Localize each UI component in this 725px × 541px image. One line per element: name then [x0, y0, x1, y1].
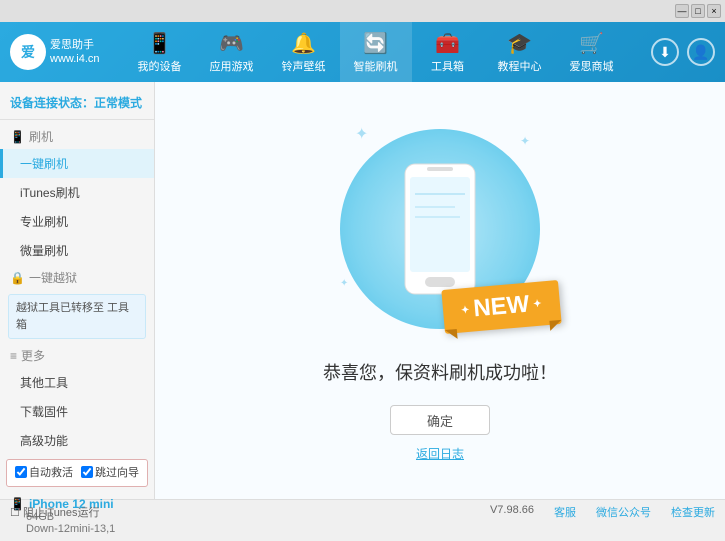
download-btn[interactable]: ⬇ — [651, 38, 679, 66]
logo: 爱 爱思助手 www.i4.cn — [10, 34, 100, 70]
new-badge: ✦ NEW ✦ — [442, 280, 562, 334]
phone-illustration: ✦ ✦ ✦ ✦ NEW ✦ — [330, 119, 550, 339]
sidebar-item-itunes-flash[interactable]: iTunes刷机 — [0, 178, 154, 207]
nav-icon-apps-games: 🎮 — [219, 31, 244, 56]
more-section-title: ≡ 更多 — [0, 343, 154, 368]
nav-icon-my-device: 📱 — [147, 31, 172, 56]
wechat-link[interactable]: 微信公众号 — [596, 504, 651, 520]
check-update-link[interactable]: 检查更新 — [671, 504, 715, 520]
nav-item-tutorials[interactable]: 🎓 教程中心 — [484, 22, 556, 82]
header-right: ⬇ 👤 — [651, 38, 715, 66]
nav-label-my-device: 我的设备 — [138, 58, 182, 74]
phone-svg — [395, 159, 485, 299]
maximize-btn[interactable]: □ — [691, 4, 705, 18]
nav-item-smart-flash[interactable]: 🔄 智能刷机 — [340, 22, 412, 82]
nav-icon-toolbox: 🧰 — [435, 31, 460, 56]
notice-box: 越狱工具已转移至 工具箱 — [8, 294, 146, 339]
status-value: 正常模式 — [94, 96, 142, 110]
sparkle-3: ✦ — [340, 278, 348, 289]
header: 爱 爱思助手 www.i4.cn 📱 我的设备 🎮 应用游戏 🔔 铃声壁纸 🔄 智能刷机 🧰 工具… — [0, 22, 725, 82]
nav-icon-store: 🛒 — [579, 31, 604, 56]
nav-icon-smart-flash: 🔄 — [363, 31, 388, 56]
logo-text: 爱思助手 www.i4.cn — [50, 38, 100, 67]
minimize-btn[interactable]: — — [675, 4, 689, 18]
device-checkboxes: 自动救活 跳过向导 — [6, 459, 148, 487]
sidebar: 设备连接状态：正常模式 📱 刷机 一键刷机 iTunes刷机 专业刷机 微量刷机… — [0, 82, 155, 499]
bottom-bar: ☐ 阻止iTunes运行 V7.98.66 客服 微信公众号 检查更新 — [0, 499, 725, 523]
return-log-link[interactable]: 返回日志 — [416, 445, 464, 462]
sidebar-item-download-fw[interactable]: 下载固件 — [0, 397, 154, 426]
flash-section-title: 📱 刷机 — [0, 124, 154, 149]
main-area: 设备连接状态：正常模式 📱 刷机 一键刷机 iTunes刷机 专业刷机 微量刷机… — [0, 82, 725, 499]
sidebar-item-other-tools[interactable]: 其他工具 — [0, 368, 154, 397]
nav-icon-tutorials: 🎓 — [507, 31, 532, 56]
sparkle-2: ✦ — [520, 134, 530, 148]
nav-item-toolbox[interactable]: 🧰 工具箱 — [412, 22, 484, 82]
sidebar-item-save-flash[interactable]: 微量刷机 — [0, 236, 154, 265]
nav-item-store[interactable]: 🛒 爱思商城 — [556, 22, 628, 82]
auto-rescue-checkbox[interactable]: 自动救活 — [15, 464, 73, 480]
jailbreak-section-title: 🔒 一键越狱 — [0, 265, 154, 290]
nav-label-tutorials: 教程中心 — [498, 58, 542, 74]
nav-label-toolbox: 工具箱 — [431, 58, 464, 74]
nav-label-ringtones: 铃声壁纸 — [282, 58, 326, 74]
close-btn[interactable]: × — [707, 4, 721, 18]
nav-item-apps-games[interactable]: 🎮 应用游戏 — [196, 22, 268, 82]
sparkle-1: ✦ — [355, 124, 368, 144]
nav-label-smart-flash: 智能刷机 — [354, 58, 398, 74]
bottom-bar-right: V7.98.66 客服 微信公众号 检查更新 — [490, 504, 715, 520]
account-btn[interactable]: 👤 — [687, 38, 715, 66]
nav-item-ringtones[interactable]: 🔔 铃声壁纸 — [268, 22, 340, 82]
sidebar-item-onekey-flash[interactable]: 一键刷机 — [0, 149, 154, 178]
version-label: V7.98.66 — [490, 504, 534, 520]
nav-label-apps-games: 应用游戏 — [210, 58, 254, 74]
success-message: 恭喜您，保资料刷机成功啦！ — [323, 359, 557, 385]
new-badge-wrapper: ✦ NEW ✦ — [442, 280, 562, 334]
content-area: ✦ ✦ ✦ ✦ NEW ✦ 恭喜您，保资料刷机成功啦！ 确定 返回日志 — [155, 82, 725, 499]
nav-icon-ringtones: 🔔 — [291, 31, 316, 56]
nav-label-store: 爱思商城 — [570, 58, 614, 74]
confirm-button[interactable]: 确定 — [390, 405, 490, 435]
device-status: 设备连接状态：正常模式 — [0, 90, 154, 120]
sidebar-item-advanced[interactable]: 高级功能 — [0, 426, 154, 455]
stop-itunes-bottom: ☐ 阻止iTunes运行 — [10, 504, 490, 520]
skip-wizard-checkbox[interactable]: 跳过向导 — [81, 464, 139, 480]
nav-bar: 📱 我的设备 🎮 应用游戏 🔔 铃声壁纸 🔄 智能刷机 🧰 工具箱 🎓 教程中心 🛒 爱思商城 — [100, 22, 651, 82]
title-bar: — □ × — [0, 0, 725, 22]
customer-link[interactable]: 客服 — [554, 504, 576, 520]
logo-icon: 爱 — [10, 34, 46, 70]
sidebar-item-pro-flash[interactable]: 专业刷机 — [0, 207, 154, 236]
device-model: Down-12mini-13,1 — [10, 523, 144, 535]
nav-item-my-device[interactable]: 📱 我的设备 — [124, 22, 196, 82]
